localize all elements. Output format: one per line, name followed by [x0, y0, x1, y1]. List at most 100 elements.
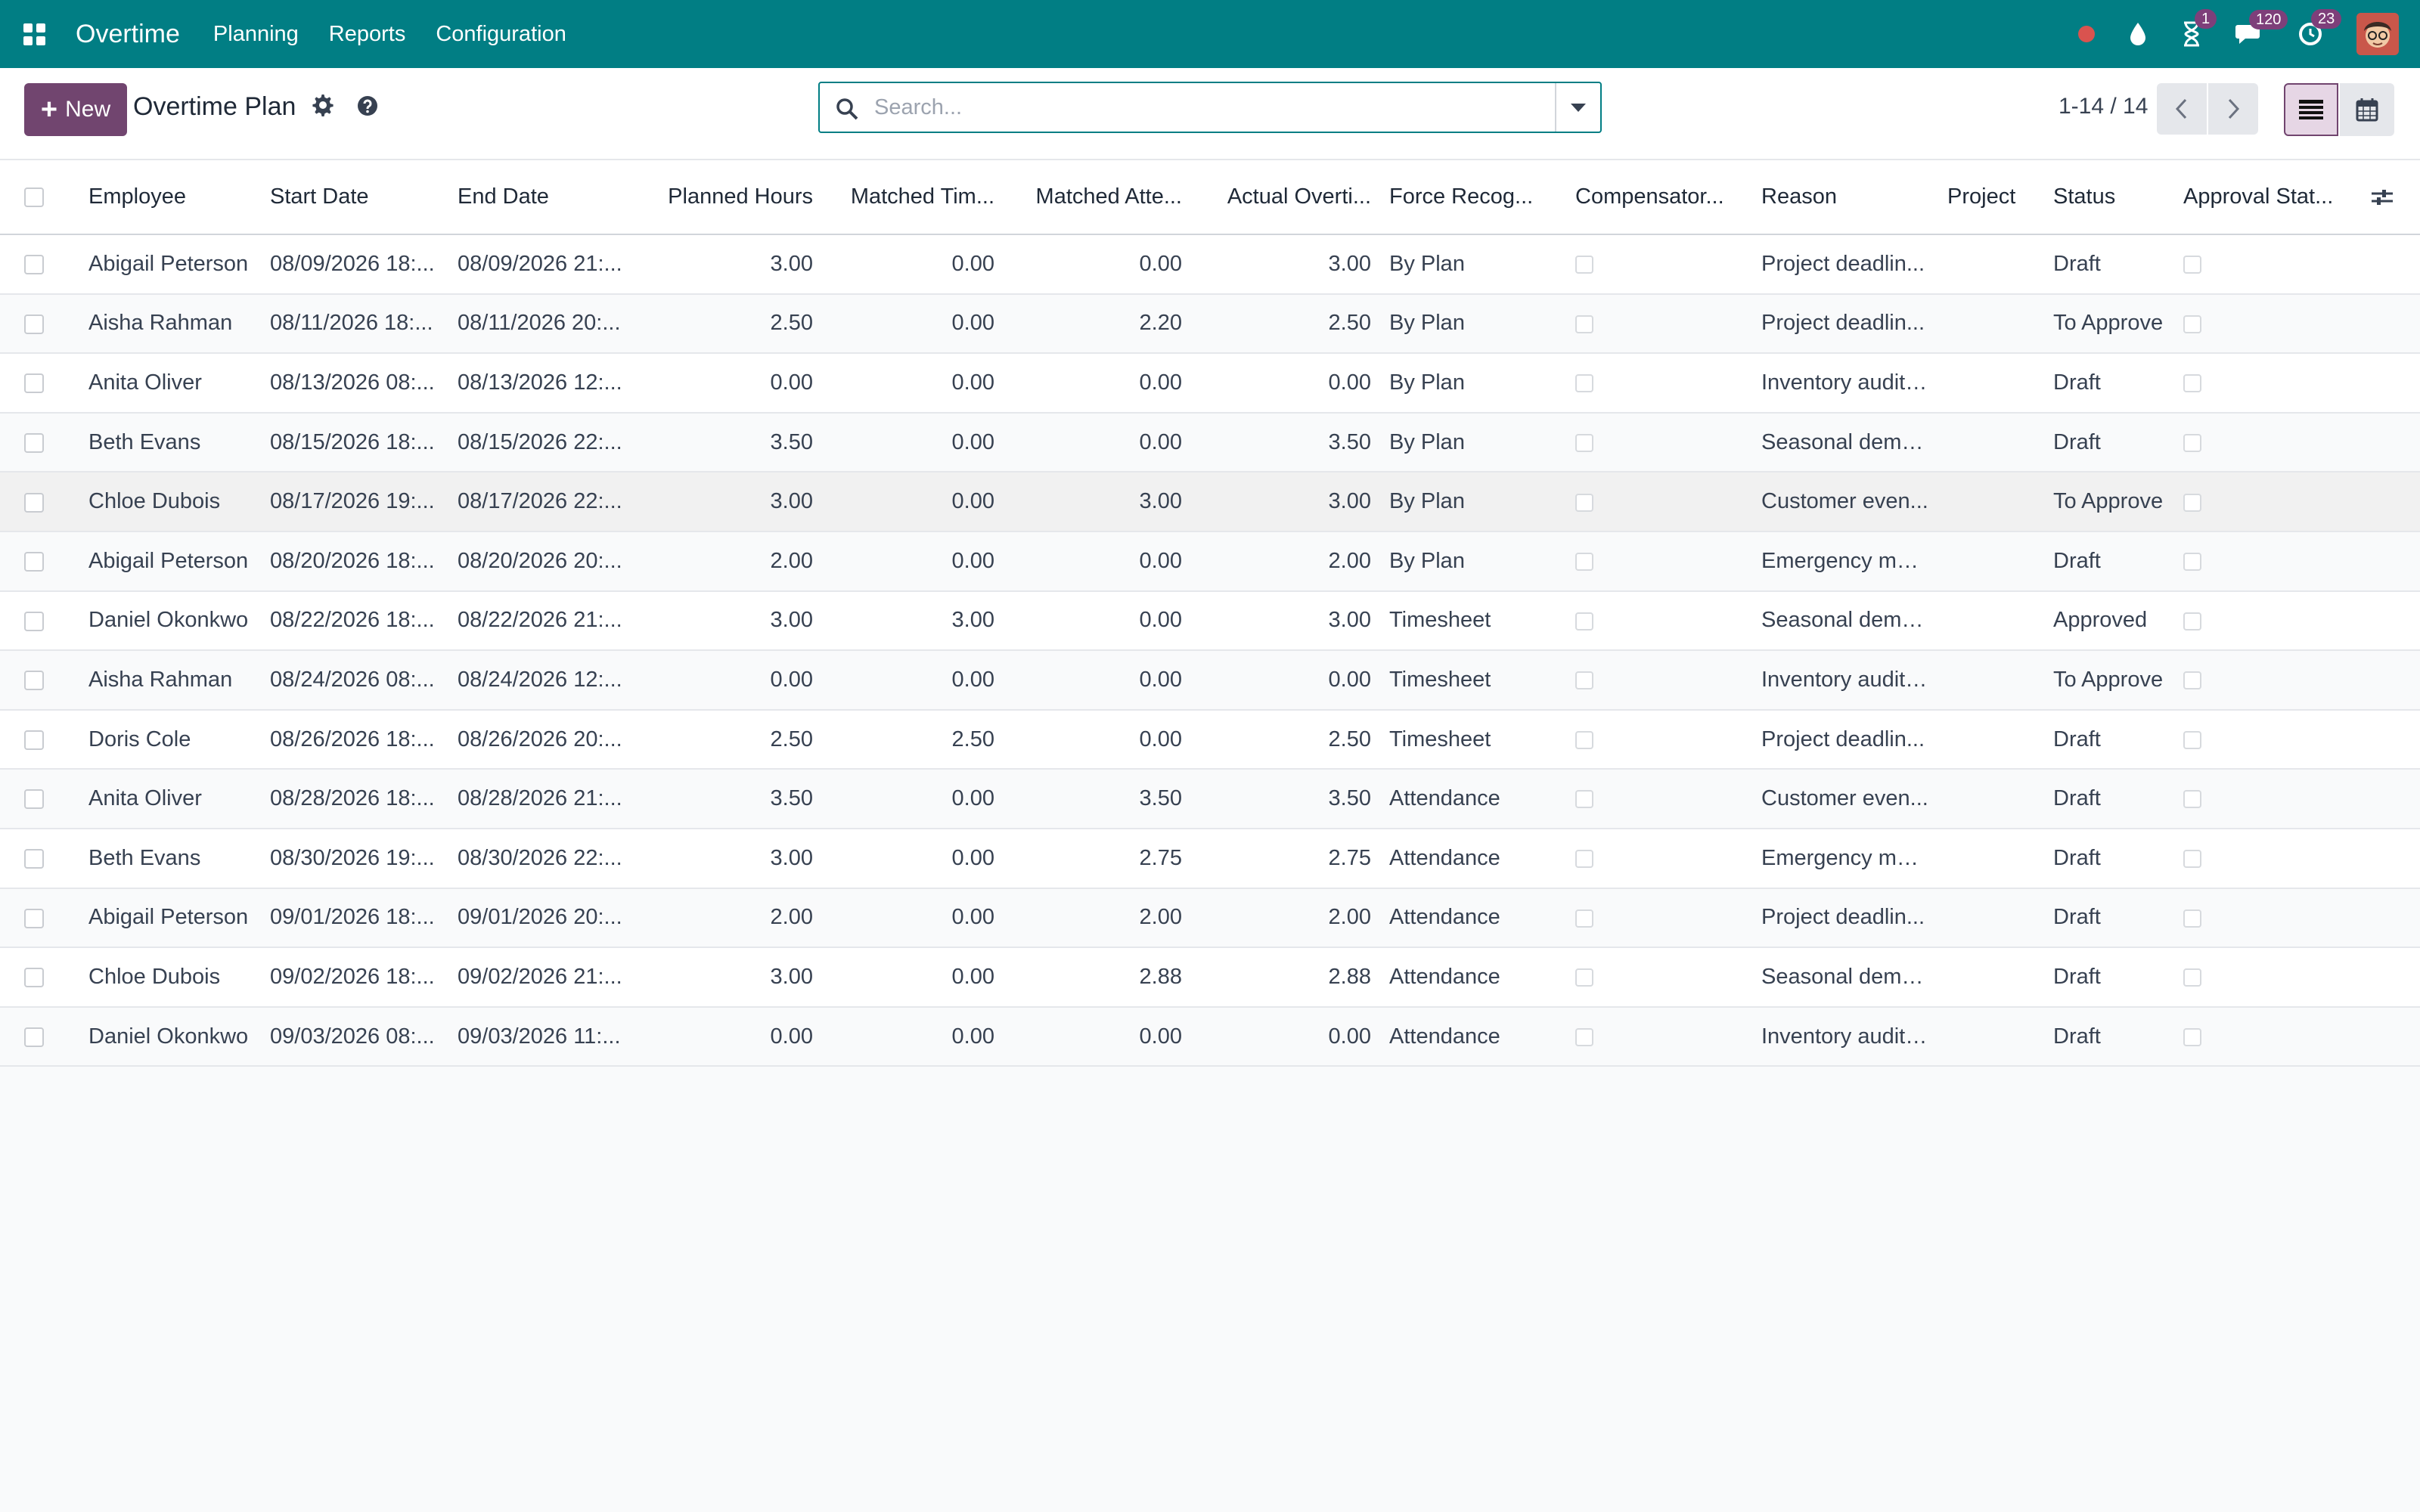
cell-reason[interactable]: Emergency mai...	[1752, 531, 1938, 591]
cell-compensatory[interactable]	[1566, 353, 1752, 413]
cell-approval-status[interactable]	[2174, 829, 2361, 888]
cell-project[interactable]	[1938, 294, 2044, 354]
cell-employee[interactable]: Abigail Peterson	[79, 234, 261, 294]
cell-status[interactable]: Draft	[2044, 888, 2174, 948]
column-header-force-recognition[interactable]: Force Recog...	[1380, 160, 1566, 234]
compensatory-checkbox[interactable]	[1575, 493, 1593, 512]
column-header-project[interactable]: Project	[1938, 160, 2044, 234]
optional-columns-toggle[interactable]	[2361, 160, 2420, 234]
row-select-cell[interactable]	[0, 413, 79, 472]
cell-start-date[interactable]: 08/22/2026 18:...	[261, 591, 448, 651]
approval-status-checkbox[interactable]	[2183, 612, 2201, 631]
approval-status-checkbox[interactable]	[2183, 671, 2201, 690]
cell-compensatory[interactable]	[1566, 413, 1752, 472]
row-select-checkbox[interactable]	[24, 611, 44, 631]
cell-actual-overtime[interactable]: 3.50	[1191, 413, 1380, 472]
cell-project[interactable]	[1938, 353, 2044, 413]
cell-reason[interactable]: Inventory audit ...	[1752, 1007, 1938, 1067]
cell-matched-attendance[interactable]: 0.00	[1004, 413, 1191, 472]
cell-reason[interactable]: Customer even...	[1752, 769, 1938, 829]
cell-actual-overtime[interactable]: 0.00	[1191, 650, 1380, 710]
cell-start-date[interactable]: 08/24/2026 08:...	[261, 650, 448, 710]
cell-employee[interactable]: Chloe Dubois	[79, 472, 261, 531]
cell-compensatory[interactable]	[1566, 829, 1752, 888]
cell-project[interactable]	[1938, 769, 2044, 829]
cell-matched-attendance[interactable]: 2.20	[1004, 294, 1191, 354]
chat-icon[interactable]: 120	[2235, 10, 2288, 46]
cell-employee[interactable]: Chloe Dubois	[79, 947, 261, 1007]
cell-matched-timesheet[interactable]: 0.00	[822, 234, 1004, 294]
cell-approval-status[interactable]	[2174, 234, 2361, 294]
cell-planned-hours[interactable]: 3.00	[639, 947, 822, 1007]
cell-compensatory[interactable]	[1566, 710, 1752, 770]
calendar-view-button[interactable]	[2340, 83, 2394, 136]
record-dot-icon[interactable]	[2078, 26, 2095, 42]
table-row[interactable]: Aisha Rahman 08/24/2026 08:... 08/24/2026 …	[0, 650, 2420, 710]
cell-end-date[interactable]: 08/09/2026 21:...	[448, 234, 639, 294]
row-select-checkbox[interactable]	[24, 849, 44, 869]
table-row[interactable]: Beth Evans 08/15/2026 18:... 08/15/2026 22…	[0, 412, 2420, 472]
column-header-matched-timesheet[interactable]: Matched Tim...	[822, 160, 1004, 234]
cell-compensatory[interactable]	[1566, 650, 1752, 710]
table-row[interactable]: Daniel Okonkwo 09/03/2026 08:... 09/03/202…	[0, 1006, 2420, 1067]
cell-compensatory[interactable]	[1566, 769, 1752, 829]
row-select-checkbox[interactable]	[24, 314, 44, 334]
approval-status-checkbox[interactable]	[2183, 850, 2201, 869]
approval-status-checkbox[interactable]	[2183, 374, 2201, 393]
cell-matched-timesheet[interactable]: 0.00	[822, 1007, 1004, 1067]
cell-approval-status[interactable]	[2174, 353, 2361, 413]
compensatory-checkbox[interactable]	[1575, 256, 1593, 274]
cell-employee[interactable]: Aisha Rahman	[79, 650, 261, 710]
table-row[interactable]: Abigail Peterson 09/01/2026 18:... 09/01/2…	[0, 888, 2420, 948]
compensatory-checkbox[interactable]	[1575, 730, 1593, 749]
table-row[interactable]: Abigail Peterson 08/09/2026 18:... 08/09/2…	[0, 234, 2420, 294]
cell-matched-timesheet[interactable]: 0.00	[822, 531, 1004, 591]
table-row[interactable]: Anita Oliver 08/28/2026 18:... 08/28/2026 …	[0, 769, 2420, 829]
cell-project[interactable]	[1938, 650, 2044, 710]
cell-end-date[interactable]: 08/13/2026 12:...	[448, 353, 639, 413]
cell-actual-overtime[interactable]: 2.75	[1191, 829, 1380, 888]
cell-status[interactable]: Draft	[2044, 769, 2174, 829]
table-row[interactable]: Chloe Dubois 08/17/2026 19:... 08/17/2026 …	[0, 472, 2420, 531]
cell-compensatory[interactable]	[1566, 234, 1752, 294]
row-select-cell[interactable]	[0, 947, 79, 1007]
cell-actual-overtime[interactable]: 2.00	[1191, 531, 1380, 591]
approval-status-checkbox[interactable]	[2183, 790, 2201, 809]
search-options-toggle[interactable]	[1555, 83, 1600, 132]
cell-matched-timesheet[interactable]: 0.00	[822, 294, 1004, 354]
cell-matched-attendance[interactable]: 2.88	[1004, 947, 1191, 1007]
cell-approval-status[interactable]	[2174, 888, 2361, 948]
cell-start-date[interactable]: 08/28/2026 18:...	[261, 769, 448, 829]
cell-start-date[interactable]: 08/30/2026 19:...	[261, 829, 448, 888]
cell-matched-timesheet[interactable]: 0.00	[822, 413, 1004, 472]
row-select-checkbox[interactable]	[24, 432, 44, 453]
cell-end-date[interactable]: 08/26/2026 20:...	[448, 710, 639, 770]
column-header-reason[interactable]: Reason	[1752, 160, 1938, 234]
cell-force-recognition[interactable]: Attendance	[1380, 888, 1566, 948]
row-select-cell[interactable]	[0, 234, 79, 294]
cell-start-date[interactable]: 09/01/2026 18:...	[261, 888, 448, 948]
cell-compensatory[interactable]	[1566, 294, 1752, 354]
cell-matched-timesheet[interactable]: 0.00	[822, 472, 1004, 531]
column-header-employee[interactable]: Employee	[79, 160, 261, 234]
table-row[interactable]: Aisha Rahman 08/11/2026 18:... 08/11/2026 …	[0, 293, 2420, 354]
approval-status-checkbox[interactable]	[2183, 968, 2201, 987]
cell-status[interactable]: Draft	[2044, 531, 2174, 591]
table-row[interactable]: Doris Cole 08/26/2026 18:... 08/26/2026 20…	[0, 709, 2420, 770]
compensatory-checkbox[interactable]	[1575, 909, 1593, 928]
cell-reason[interactable]: Inventory audit ...	[1752, 353, 1938, 413]
cell-matched-attendance[interactable]: 0.00	[1004, 353, 1191, 413]
cell-start-date[interactable]: 08/20/2026 18:...	[261, 531, 448, 591]
cell-employee[interactable]: Daniel Okonkwo	[79, 591, 261, 651]
compensatory-checkbox[interactable]	[1575, 374, 1593, 393]
cell-planned-hours[interactable]: 0.00	[639, 1007, 822, 1067]
approval-status-checkbox[interactable]	[2183, 730, 2201, 749]
cell-project[interactable]	[1938, 888, 2044, 948]
row-select-checkbox[interactable]	[24, 730, 44, 750]
timer-icon[interactable]: 23	[2297, 9, 2342, 47]
cell-approval-status[interactable]	[2174, 650, 2361, 710]
search-input[interactable]	[874, 89, 1525, 125]
cell-end-date[interactable]: 08/24/2026 12:...	[448, 650, 639, 710]
cell-approval-status[interactable]	[2174, 294, 2361, 354]
cell-matched-attendance[interactable]: 2.00	[1004, 888, 1191, 948]
